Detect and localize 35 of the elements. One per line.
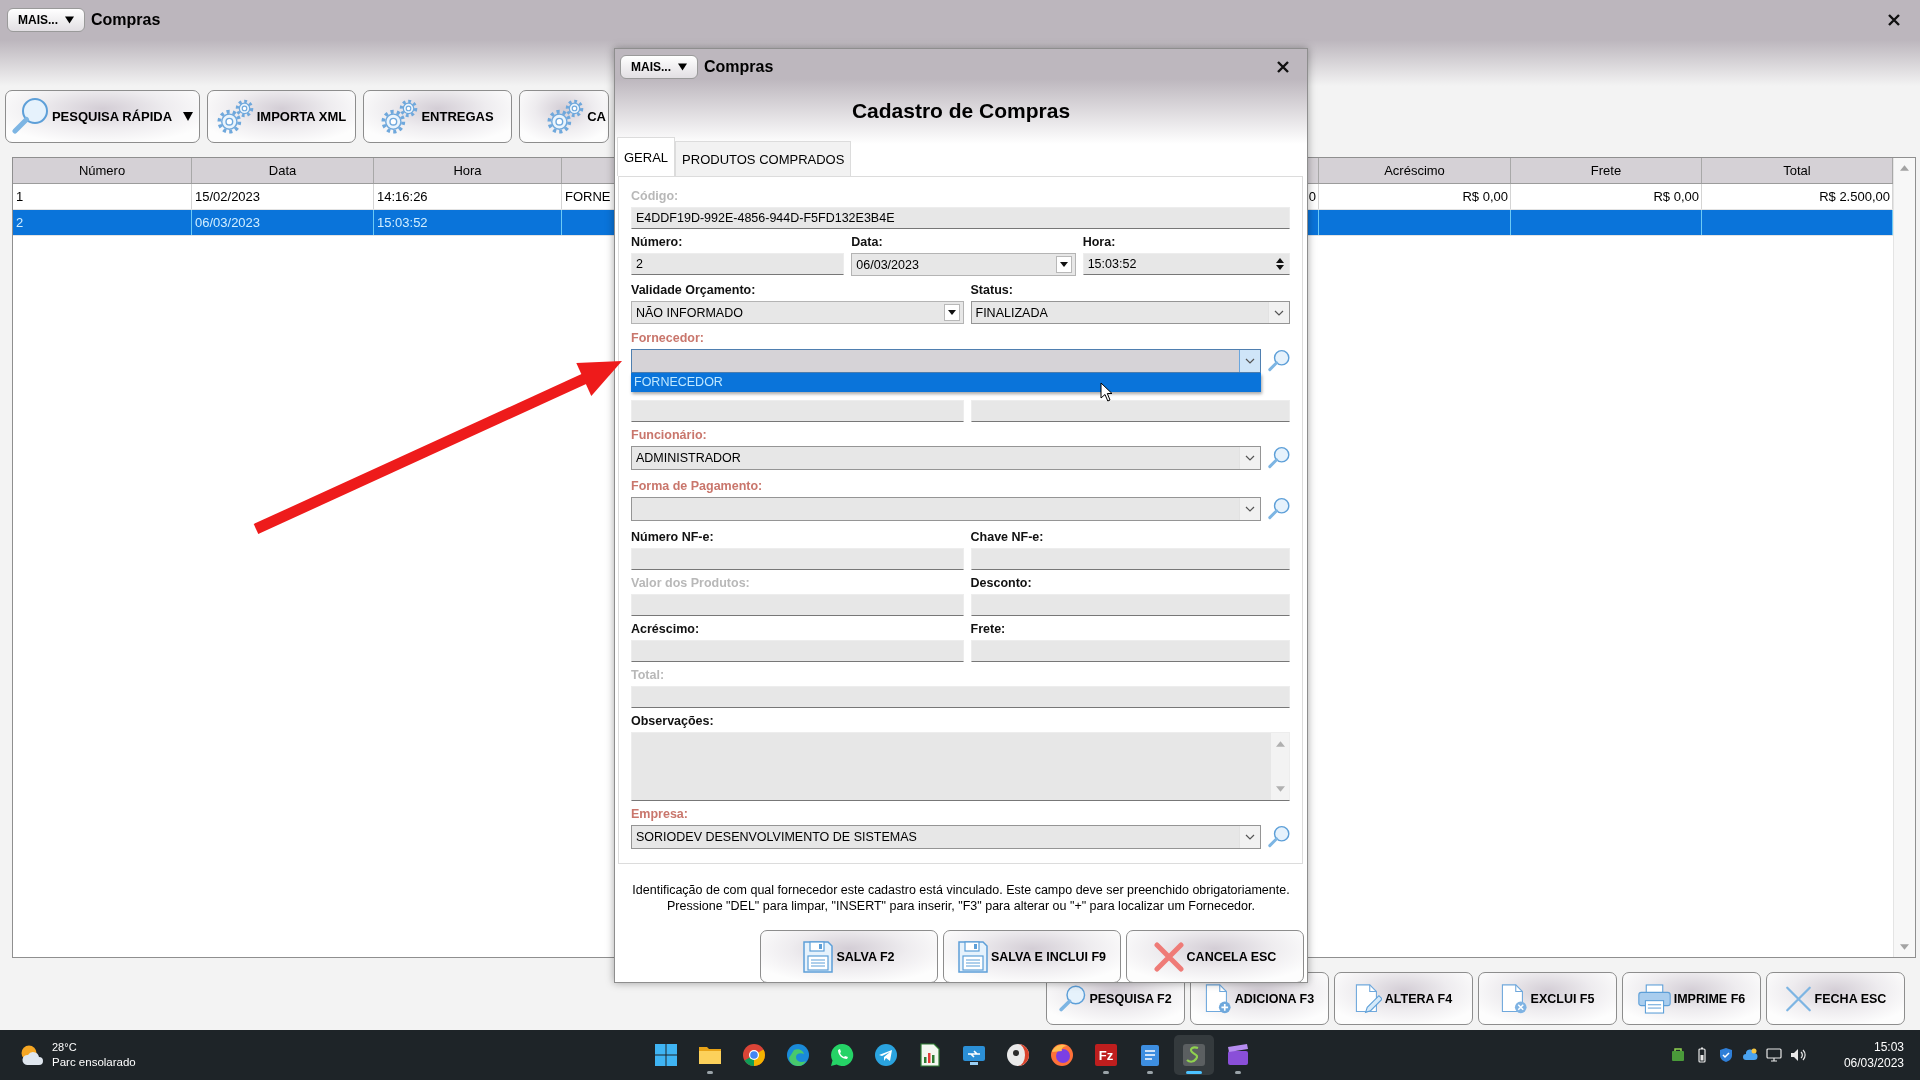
table-cell: 15:03:52 (377, 215, 428, 230)
window-title: Compras (91, 10, 161, 30)
table-cell: 06/03/2023 (195, 215, 261, 230)
weather-condition-text: Parc ensolarado (52, 1055, 136, 1070)
table-cell: FORNE (565, 189, 611, 204)
field-label: Empresa: (631, 807, 688, 821)
field-label: Funcionário: (631, 428, 707, 442)
table-cell: 14:16:26 (377, 189, 428, 204)
field-label: Código: (631, 189, 679, 203)
field-label: Total: (631, 668, 665, 682)
field-label: Status: (970, 283, 1013, 297)
dialog-title: Compras (704, 57, 774, 77)
field-label: Chave NF-e: (970, 530, 1044, 544)
table-cell: R$ 0,00 (1462, 189, 1508, 204)
field-label: Validade Orçamento: (631, 283, 756, 297)
table-cell: 0 (1308, 189, 1316, 204)
field-label: Número: (631, 235, 683, 249)
table-cell: R$ 0,00 (1653, 189, 1699, 204)
field-label: Observações: (631, 714, 714, 728)
table-cell: 15/02/2023 (195, 189, 261, 204)
field-label: Frete: (970, 622, 1006, 636)
table-cell: 2 (16, 215, 24, 230)
field-label: Forma de Pagamento: (631, 479, 763, 493)
table-cell: R$ 2.500,00 (1819, 189, 1890, 204)
help-text: Identificação de com qual fornecedor este cadastro está vinculado. Este campo deve ser preenchido obrigatoriamente. Pressione "DEL" para limpar, "INSERT" para inserir, "F3" para alterar ou "+" para localizar um Fornecedor. (631, 882, 1291, 914)
temperature-text: 28°C (52, 1040, 78, 1055)
field-label: Desconto: (970, 576, 1032, 590)
field-label: Data: (851, 235, 883, 249)
field-label: Acréscimo: (631, 622, 700, 636)
table-cell: 1 (16, 189, 24, 204)
field-label: Fornecedor: (631, 331, 704, 345)
field-label: Hora: (1082, 235, 1116, 249)
field-label: Valor dos Produtos: (631, 576, 750, 590)
field-label: Número NF-e: (631, 530, 714, 544)
dialog-heading: Cadastro de Compras (851, 99, 1071, 123)
